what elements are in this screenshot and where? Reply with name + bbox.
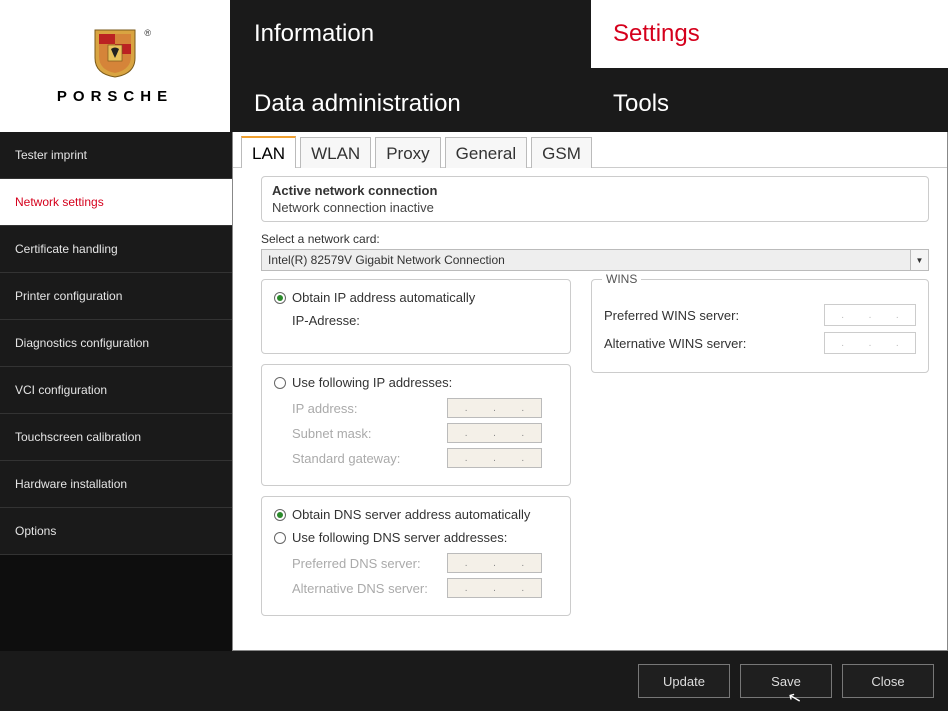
radio-ip-manual-label: Use following IP addresses: bbox=[292, 375, 452, 390]
ip-address-input[interactable]: ... bbox=[447, 398, 542, 418]
tab-gsm[interactable]: GSM bbox=[531, 137, 592, 168]
radio-dns-auto[interactable] bbox=[274, 509, 286, 521]
active-connection-status: Network connection inactive bbox=[272, 200, 918, 215]
radio-dns-auto-row[interactable]: Obtain DNS server address automatically bbox=[274, 507, 558, 522]
alternative-wins-input[interactable]: ... bbox=[824, 332, 916, 354]
tab-lan[interactable]: LAN bbox=[241, 136, 296, 168]
sidebar-item-tester-imprint[interactable]: Tester imprint bbox=[0, 132, 232, 179]
sidebar-item-label: Certificate handling bbox=[15, 242, 118, 256]
ip-adresse-label: IP-Adresse: bbox=[292, 313, 447, 328]
radio-ip-auto-row[interactable]: Obtain IP address automatically bbox=[274, 290, 558, 305]
preferred-dns-label: Preferred DNS server: bbox=[292, 556, 447, 571]
sidebar-item-label: Options bbox=[15, 524, 56, 538]
tab-bar: LAN WLAN Proxy General GSM bbox=[233, 132, 947, 168]
tab-general[interactable]: General bbox=[445, 137, 527, 168]
sidebar-item-vci-configuration[interactable]: VCI configuration bbox=[0, 367, 232, 414]
wins-legend: WINS bbox=[602, 272, 641, 286]
brand-wordmark: PORSCHE bbox=[57, 88, 173, 105]
radio-dns-manual-row[interactable]: Use following DNS server addresses: bbox=[274, 530, 558, 545]
sidebar-item-label: Tester imprint bbox=[15, 148, 87, 162]
sidebar-item-label: VCI configuration bbox=[15, 383, 107, 397]
alternative-dns-input[interactable]: ... bbox=[447, 578, 542, 598]
radio-ip-auto[interactable] bbox=[274, 292, 286, 304]
sidebar-item-network-settings[interactable]: Network settings bbox=[0, 179, 232, 226]
network-card-label: Select a network card: bbox=[261, 232, 929, 246]
nav-information[interactable]: Information bbox=[232, 0, 589, 68]
gateway-label: Standard gateway: bbox=[292, 451, 447, 466]
preferred-wins-input[interactable]: ... bbox=[824, 304, 916, 326]
nav-data-administration[interactable]: Data administration bbox=[232, 70, 589, 138]
save-button[interactable]: Save bbox=[740, 664, 832, 698]
sidebar-item-label: Touchscreen calibration bbox=[15, 430, 141, 444]
tab-wlan[interactable]: WLAN bbox=[300, 137, 371, 168]
sidebar-item-options[interactable]: Options bbox=[0, 508, 232, 555]
sidebar: Tester imprint Network settings Certific… bbox=[0, 132, 232, 651]
porsche-crest-icon: ® bbox=[93, 28, 137, 78]
dns-group: Obtain DNS server address automatically … bbox=[261, 496, 571, 616]
alternative-dns-label: Alternative DNS server: bbox=[292, 581, 447, 596]
footer-bar: Update Save Close bbox=[0, 651, 948, 711]
sidebar-item-certificate-handling[interactable]: Certificate handling bbox=[0, 226, 232, 273]
preferred-wins-label: Preferred WINS server: bbox=[604, 308, 764, 323]
radio-ip-auto-label: Obtain IP address automatically bbox=[292, 290, 475, 305]
sidebar-item-touchscreen-calibration[interactable]: Touchscreen calibration bbox=[0, 414, 232, 461]
radio-dns-manual-label: Use following DNS server addresses: bbox=[292, 530, 507, 545]
active-connection-header: Active network connection bbox=[272, 183, 918, 198]
sidebar-item-label: Hardware installation bbox=[15, 477, 127, 491]
sidebar-item-printer-configuration[interactable]: Printer configuration bbox=[0, 273, 232, 320]
nav-settings[interactable]: Settings bbox=[591, 0, 948, 68]
active-connection-box: Active network connection Network connec… bbox=[261, 176, 929, 222]
subnet-mask-label: Subnet mask: bbox=[292, 426, 447, 441]
network-card-selected: Intel(R) 82579V Gigabit Network Connecti… bbox=[268, 253, 505, 267]
sidebar-item-diagnostics-configuration[interactable]: Diagnostics configuration bbox=[0, 320, 232, 367]
alternative-wins-label: Alternative WINS server: bbox=[604, 336, 764, 351]
ip-manual-group: Use following IP addresses: IP address: … bbox=[261, 364, 571, 486]
close-button[interactable]: Close bbox=[842, 664, 934, 698]
tab-proxy[interactable]: Proxy bbox=[375, 137, 440, 168]
subnet-mask-input[interactable]: ... bbox=[447, 423, 542, 443]
wins-group: WINS Preferred WINS server: ... Alternat… bbox=[591, 279, 929, 373]
network-card-select[interactable]: Intel(R) 82579V Gigabit Network Connecti… bbox=[261, 249, 929, 271]
update-button[interactable]: Update bbox=[638, 664, 730, 698]
radio-ip-manual-row[interactable]: Use following IP addresses: bbox=[274, 375, 558, 390]
radio-dns-auto-label: Obtain DNS server address automatically bbox=[292, 507, 530, 522]
radio-dns-manual[interactable] bbox=[274, 532, 286, 544]
nav-tools[interactable]: Tools bbox=[591, 70, 948, 138]
radio-ip-manual[interactable] bbox=[274, 377, 286, 389]
brand-logo-panel: ® PORSCHE bbox=[0, 0, 232, 132]
sidebar-item-label: Printer configuration bbox=[15, 289, 122, 303]
sidebar-item-hardware-installation[interactable]: Hardware installation bbox=[0, 461, 232, 508]
chevron-down-icon: ▼ bbox=[910, 250, 928, 270]
ip-address-label: IP address: bbox=[292, 401, 447, 416]
ip-auto-group: Obtain IP address automatically IP-Adres… bbox=[261, 279, 571, 354]
gateway-input[interactable]: ... bbox=[447, 448, 542, 468]
preferred-dns-input[interactable]: ... bbox=[447, 553, 542, 573]
sidebar-item-label: Network settings bbox=[15, 195, 104, 209]
sidebar-item-label: Diagnostics configuration bbox=[15, 336, 149, 350]
